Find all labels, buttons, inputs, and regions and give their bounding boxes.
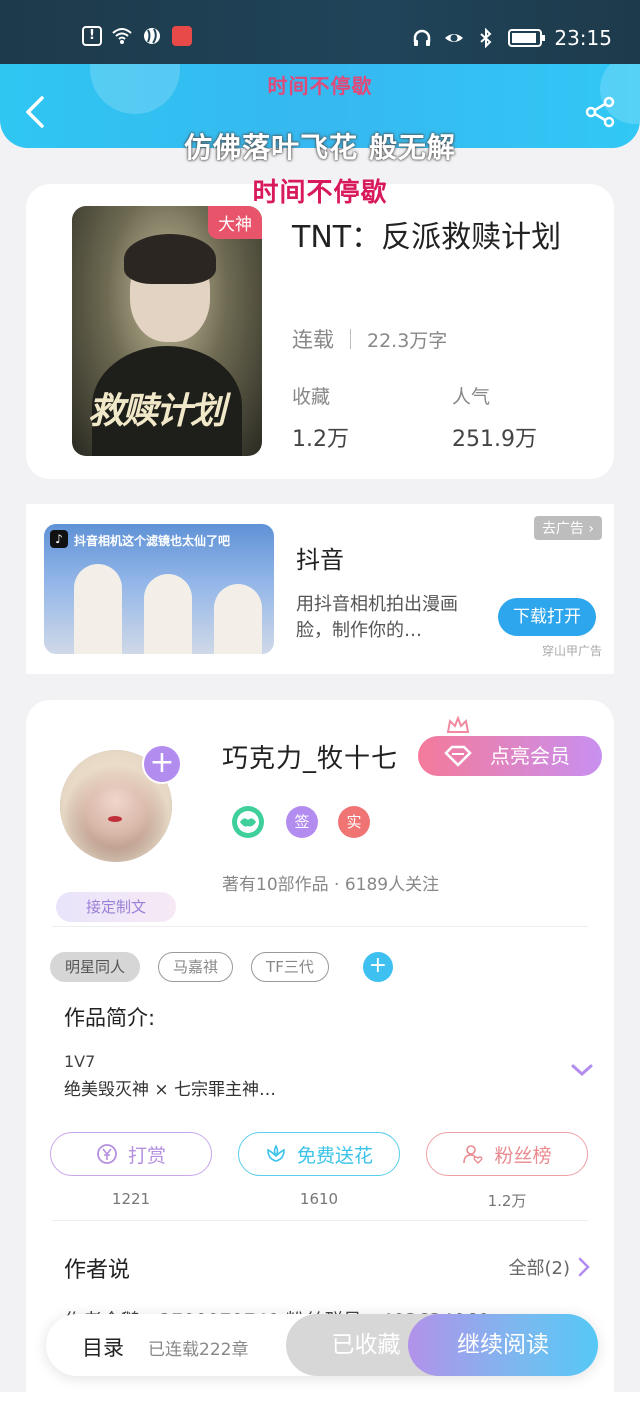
popularity-value: 251.9万 bbox=[452, 427, 537, 452]
all-notes-label: 全部(2) bbox=[508, 1258, 571, 1279]
author-stats: 著有10部作品 · 6189人关注 bbox=[222, 875, 440, 895]
intro-text[interactable]: 1V7 绝美毁灭神 × 七宗罪主神… bbox=[64, 1048, 276, 1104]
flower-action: 免费送花 1610 bbox=[238, 1132, 400, 1211]
tag-item[interactable]: 马嘉祺 bbox=[158, 952, 234, 982]
crown-icon bbox=[446, 716, 470, 733]
ad-title: 抖音 bbox=[296, 546, 344, 574]
tip-button[interactable]: 打赏 bbox=[50, 1132, 212, 1176]
fan-ranking-label: 粉丝榜 bbox=[494, 1144, 552, 1167]
lyric-overlay-pink: 时间不停歇 bbox=[252, 178, 388, 208]
ad-image-caption: 抖音相机这个滤镜也太仙了吧 bbox=[74, 534, 231, 548]
ad-image[interactable]: ♪ 抖音相机这个滤镜也太仙了吧 bbox=[44, 524, 274, 654]
intro-line: 1V7 bbox=[64, 1052, 96, 1071]
battery-icon bbox=[508, 29, 546, 47]
divider bbox=[52, 1220, 588, 1221]
lyric-overlay-small: 时间不停歇 bbox=[267, 74, 373, 98]
eye-icon bbox=[445, 34, 464, 42]
flower-count: 1610 bbox=[299, 1190, 339, 1208]
ad-description: 用抖音相机拍出漫画脸，制作你的… bbox=[296, 594, 458, 641]
divider bbox=[52, 926, 588, 927]
headphones-icon bbox=[414, 29, 431, 46]
fan-user-icon bbox=[463, 1145, 484, 1164]
chapter-count: 已连载222章 bbox=[148, 1340, 249, 1360]
fans-count: 1.2万 bbox=[487, 1192, 527, 1210]
popularity-stat: 人气 251.9万 bbox=[452, 382, 537, 453]
lyric-overlay-main: 仿佛落叶飞花 般无解 bbox=[184, 131, 456, 164]
send-flower-label: 免费送花 bbox=[296, 1144, 373, 1167]
activate-vip-button[interactable]: 点亮会员 bbox=[418, 736, 602, 776]
ad-download-button[interactable]: 下载打开 bbox=[498, 598, 596, 636]
fan-ranking-button[interactable]: 粉丝榜 bbox=[426, 1132, 588, 1176]
cover-figure-hair bbox=[124, 234, 216, 284]
flower-icon bbox=[267, 1144, 285, 1162]
share-icon[interactable] bbox=[584, 96, 616, 128]
tiktok-logo-icon: ♪ bbox=[50, 530, 68, 548]
status-right-icons: 23:15 bbox=[412, 26, 612, 50]
author-name[interactable]: 巧克力_牧十七 bbox=[222, 738, 398, 775]
expand-chevron-icon[interactable] bbox=[570, 1062, 594, 1078]
yuan-coin-icon bbox=[97, 1144, 117, 1164]
intro-label: 作品简介: bbox=[64, 1006, 156, 1030]
tag-item[interactable]: TF三代 bbox=[251, 952, 329, 982]
add-tag-button[interactable]: + bbox=[362, 952, 393, 982]
signed-medal: 签 bbox=[286, 806, 318, 838]
bottom-action-bar: 目录 已连载222章 已收藏 继续阅读 bbox=[46, 1314, 598, 1376]
back-arrow-icon[interactable] bbox=[22, 94, 50, 130]
status-time: 23:15 bbox=[554, 26, 612, 50]
tip-count: 1221 bbox=[111, 1190, 151, 1208]
fans-action: 粉丝榜 1.2万 bbox=[426, 1132, 588, 1211]
tag-item[interactable]: 明星同人 bbox=[50, 952, 141, 982]
favorites-value: 1.2万 bbox=[292, 427, 349, 452]
diamond-icon bbox=[444, 745, 472, 767]
author-medals: 签 实 bbox=[230, 804, 370, 840]
friendship-medal-icon bbox=[232, 806, 264, 838]
book-word-count: 22.3万字 bbox=[367, 329, 448, 352]
ad-source: 穿山甲广告 bbox=[541, 644, 602, 658]
bottom-strip bbox=[0, 1392, 640, 1422]
book-cover[interactable]: 救赎计划 大神 bbox=[72, 206, 262, 456]
vip-label: 点亮会员 bbox=[490, 744, 570, 768]
ad-figure bbox=[144, 574, 192, 654]
send-flower-button[interactable]: 免费送花 bbox=[238, 1132, 400, 1176]
follow-author-button[interactable]: + bbox=[142, 744, 182, 784]
chevron-down-icon: › bbox=[588, 521, 594, 537]
popularity-label: 人气 bbox=[452, 386, 491, 408]
wifi-icon bbox=[112, 28, 132, 44]
meta-divider bbox=[350, 329, 351, 349]
verified-medal: 实 bbox=[338, 806, 370, 838]
status-left-icons: ! bbox=[82, 26, 192, 46]
cover-title: 救赎计划 bbox=[88, 390, 226, 432]
avatar-detail bbox=[108, 816, 122, 822]
globe-icon bbox=[144, 28, 160, 44]
book-info-card: 救赎计划 大神 TNT：反派救赎计划 连载 22.3万字 收藏 1.2万 人气 … bbox=[26, 184, 614, 479]
tip-label: 打赏 bbox=[127, 1144, 166, 1167]
favorites-stat: 收藏 1.2万 bbox=[292, 382, 349, 453]
book-title: TNT：反派救赎计划 bbox=[292, 220, 562, 255]
ad-card[interactable]: ♪ 抖音相机这个滤镜也太仙了吧 抖音 用抖音相机拍出漫画脸，制作你的… 去广告 … bbox=[26, 504, 614, 674]
table-of-contents-button[interactable]: 目录 bbox=[82, 1332, 124, 1362]
remove-ad-label: 去广告 bbox=[541, 521, 584, 537]
book-app-icon bbox=[172, 26, 192, 46]
continue-reading-button[interactable]: 继续阅读 bbox=[408, 1314, 598, 1376]
book-status: 连载 bbox=[292, 328, 334, 352]
bluetooth-icon bbox=[480, 28, 492, 48]
favorites-label: 收藏 bbox=[292, 386, 331, 408]
remove-ad-button[interactable]: 去广告 › bbox=[533, 516, 602, 540]
chevron-right-icon bbox=[578, 1257, 590, 1277]
support-actions: 打赏 1221 免费送花 1610 粉丝榜 1.2万 bbox=[50, 1132, 588, 1211]
alert-icon: ! bbox=[82, 26, 102, 46]
author-says-title: 作者说 bbox=[64, 1258, 131, 1283]
ad-figure bbox=[74, 564, 122, 654]
status-bar: ! 23:15 bbox=[0, 0, 640, 64]
custom-order-tag: 接定制文 bbox=[56, 892, 176, 922]
book-tags: 明星同人 马嘉祺 TF三代 + bbox=[50, 952, 393, 982]
intro-line: 绝美毁灭神 × 七宗罪主神… bbox=[64, 1080, 277, 1100]
tip-action: 打赏 1221 bbox=[50, 1132, 212, 1211]
book-meta: 连载 22.3万字 bbox=[292, 324, 447, 354]
view-all-author-notes[interactable]: 全部(2) bbox=[509, 1254, 591, 1280]
great-god-badge: 大神 bbox=[208, 206, 262, 239]
ad-figure bbox=[214, 584, 262, 654]
